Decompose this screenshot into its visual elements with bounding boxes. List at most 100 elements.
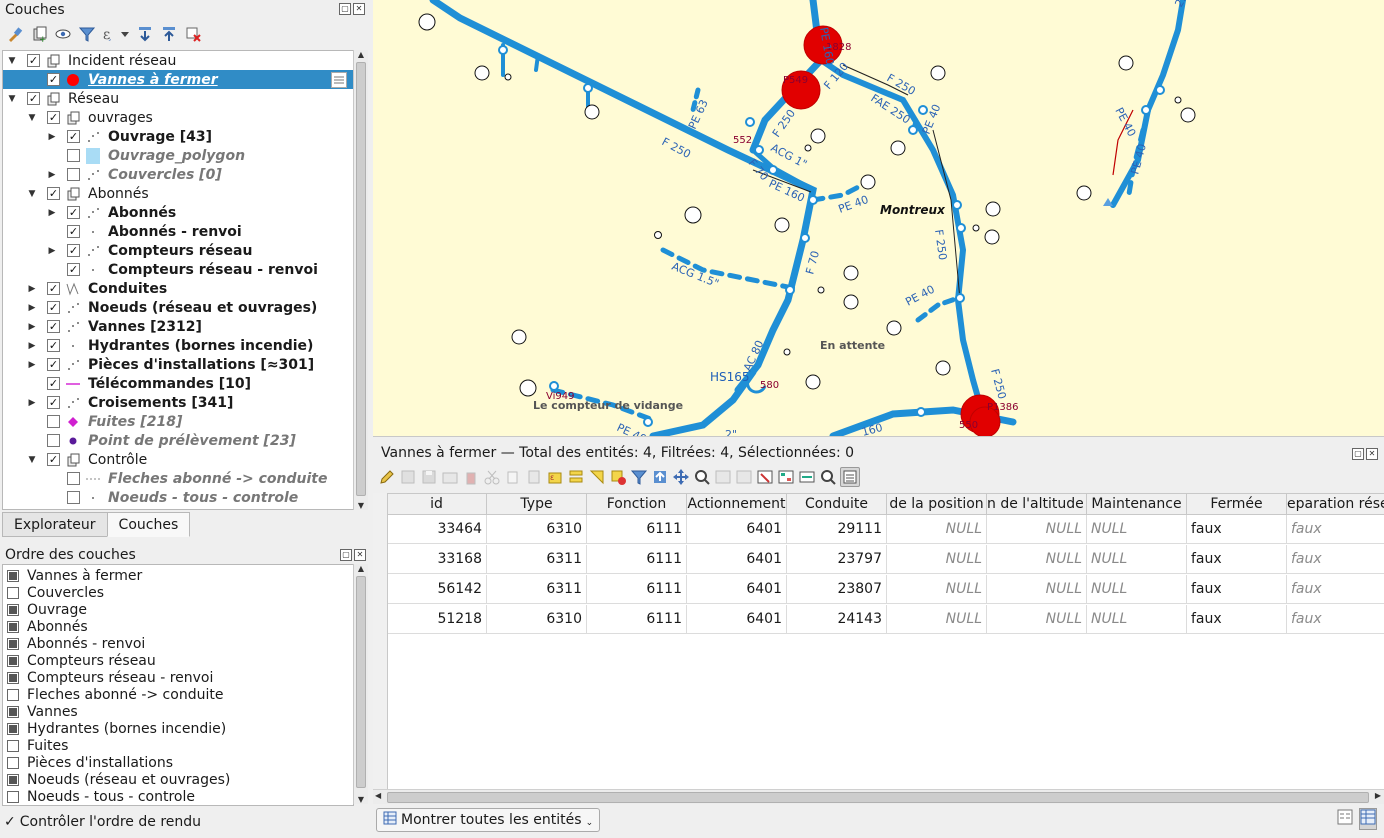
layer-order-item[interactable]: Vannes (7, 703, 78, 720)
layer-order-checkbox[interactable] (7, 705, 19, 718)
layer-visibility-checkbox[interactable] (67, 472, 80, 485)
layer-order-item[interactable]: Ouvrage (7, 601, 87, 618)
add-feature-icon[interactable] (441, 468, 459, 486)
layer-tree-item[interactable]: ▶ ✓ Compteurs réseau (3, 241, 353, 260)
table-cell[interactable]: NULL (887, 545, 987, 574)
horizontal-scrollbar[interactable]: ◀ ▶ (373, 789, 1384, 804)
layer-visibility-checkbox[interactable]: ✓ (47, 339, 60, 352)
expand-arrow-icon[interactable]: ▶ (27, 303, 37, 313)
layer-visibility-checkbox[interactable]: ✓ (47, 358, 60, 371)
expand-arrow-icon[interactable]: ▶ (27, 360, 37, 370)
close-icon[interactable]: ✕ (353, 3, 365, 15)
layer-order-item[interactable]: Abonnés - renvoi (7, 635, 145, 652)
layer-tree-item[interactable]: ▶ ✓ Vannes [2312] (3, 317, 353, 336)
layer-visibility-checkbox[interactable]: ✓ (47, 73, 60, 86)
table-cell[interactable]: faux (1187, 605, 1287, 634)
attribute-grid[interactable]: id Type Fonction Actionnement Conduite de la … (373, 493, 1384, 790)
layer-tree-item[interactable]: ▶ ✓ Hydrantes (bornes incendie) (3, 336, 353, 355)
layer-order-item[interactable]: Compteurs réseau - renvoi (7, 669, 213, 686)
table-view-icon[interactable] (1359, 808, 1377, 830)
table-cell[interactable]: 6111 (587, 545, 687, 574)
layer-tree-item[interactable]: ▶ ✓ Noeuds (réseau et ouvrages) (3, 298, 353, 317)
layer-order-checkbox[interactable] (7, 569, 19, 582)
layer-order-checkbox[interactable] (7, 654, 19, 667)
layer-visibility-checkbox[interactable]: ✓ (67, 130, 80, 143)
column-header[interactable]: Actionnement (687, 494, 787, 515)
cut-icon[interactable] (483, 468, 501, 486)
table-cell[interactable]: NULL (1087, 575, 1187, 604)
layer-order-item[interactable]: Noeuds (réseau et ouvrages) (7, 771, 230, 788)
expand-all-icon[interactable] (136, 25, 154, 43)
table-cell[interactable]: 33168 (387, 545, 487, 574)
form-view-icon[interactable] (1337, 809, 1353, 829)
layer-tree-item[interactable]: Ouvrage_polygon (3, 146, 353, 165)
layer-order-item[interactable]: Fleches abonné -> conduite (7, 686, 223, 703)
organize-columns-icon[interactable] (756, 468, 774, 486)
select-all-icon[interactable] (567, 468, 585, 486)
collapse-arrow-icon[interactable]: ▼ (27, 455, 37, 465)
table-cell[interactable]: NULL (1087, 515, 1187, 544)
table-cell[interactable]: faux (1287, 605, 1384, 634)
layer-visibility-checkbox[interactable]: ✓ (47, 320, 60, 333)
layer-order-checkbox[interactable] (7, 739, 19, 752)
expand-arrow-icon[interactable]: ▶ (27, 322, 37, 332)
scroll-thumb[interactable] (356, 576, 366, 788)
column-header[interactable]: Conduite (787, 494, 887, 515)
expand-arrow-icon[interactable]: ▶ (47, 170, 57, 180)
table-cell[interactable]: NULL (987, 545, 1087, 574)
layer-tree-scrollbar[interactable]: ▲ ▼ (353, 50, 368, 510)
layer-tree[interactable]: ▼ ✓ Incident réseau ✓ Vannes à fermer ▼ ✓ Résea… (2, 50, 354, 510)
pan-to-selection-icon[interactable] (672, 468, 690, 486)
layer-order-checkbox[interactable] (7, 756, 19, 769)
layer-order-checkbox[interactable] (7, 586, 19, 599)
table-cell[interactable]: NULL (887, 575, 987, 604)
table-cell[interactable]: faux (1187, 545, 1287, 574)
collapse-arrow-icon[interactable]: ▼ (7, 56, 17, 66)
scroll-thumb[interactable] (387, 792, 1369, 803)
layer-order-checkbox[interactable] (7, 688, 19, 701)
remove-layer-icon[interactable] (184, 25, 202, 43)
layer-tree-item[interactable]: ✓ Télécommandes [10] (3, 374, 353, 393)
layer-tree-item[interactable]: ▶ ✓ Abonnés (3, 203, 353, 222)
layer-order-checkbox[interactable] (7, 620, 19, 633)
table-cell[interactable]: NULL (1087, 605, 1187, 634)
open-attribute-table-icon[interactable] (331, 72, 347, 88)
expand-arrow-icon[interactable]: ▶ (47, 132, 57, 142)
layer-tree-item[interactable]: ✓ Vannes à fermer (3, 70, 353, 89)
layer-tree-item[interactable]: ✓ Compteurs réseau - renvoi (3, 260, 353, 279)
filter-selection-icon[interactable] (630, 468, 648, 486)
layer-order-checkbox[interactable] (7, 790, 19, 803)
scroll-thumb[interactable] (356, 62, 366, 496)
layer-visibility-checkbox[interactable]: ✓ (47, 301, 60, 314)
table-cell[interactable]: 24143 (787, 605, 887, 634)
layer-visibility-checkbox[interactable]: ✓ (47, 377, 60, 390)
table-cell[interactable]: 23807 (787, 575, 887, 604)
layer-tree-item[interactable]: ▶ ✓ Pièces d'installations [≈301] (3, 355, 353, 374)
column-header[interactable]: Fermée (1187, 494, 1287, 515)
layer-tree-item[interactable]: Point de prélèvement [23] (3, 431, 353, 450)
expand-arrow-icon[interactable]: ▶ (47, 246, 57, 256)
expression-filter-icon[interactable]: ε̧ (102, 25, 130, 43)
layer-order-item[interactable]: Vannes à fermer (7, 567, 142, 584)
table-cell[interactable]: 6111 (587, 575, 687, 604)
layer-visibility-checkbox[interactable]: ✓ (67, 206, 80, 219)
layer-visibility-checkbox[interactable]: ✓ (27, 92, 40, 105)
layer-visibility-checkbox[interactable]: ✓ (67, 244, 80, 257)
table-cell[interactable]: NULL (987, 605, 1087, 634)
layer-order-item[interactable]: Hydrantes (bornes incendie) (7, 720, 226, 737)
toggle-edit-icon[interactable] (378, 468, 396, 486)
add-group-icon[interactable]: + (30, 25, 48, 45)
table-cell[interactable]: 33464 (387, 515, 487, 544)
zoom-to-selection-icon[interactable] (693, 468, 711, 486)
table-cell[interactable]: 6401 (687, 545, 787, 574)
layer-visibility-checkbox[interactable]: ✓ (47, 187, 60, 200)
expand-arrow-icon[interactable]: ▶ (47, 208, 57, 218)
table-cell[interactable]: 6401 (687, 605, 787, 634)
delete-feature-icon[interactable] (462, 468, 480, 486)
layer-order-checkbox[interactable] (7, 722, 19, 735)
collapse-all-icon[interactable] (160, 25, 178, 43)
table-cell[interactable]: 6311 (487, 545, 587, 574)
layer-tree-item[interactable]: Fuites [218] (3, 412, 353, 431)
layer-visibility-checkbox[interactable]: ✓ (47, 453, 60, 466)
expand-arrow-icon[interactable]: ▶ (27, 341, 37, 351)
